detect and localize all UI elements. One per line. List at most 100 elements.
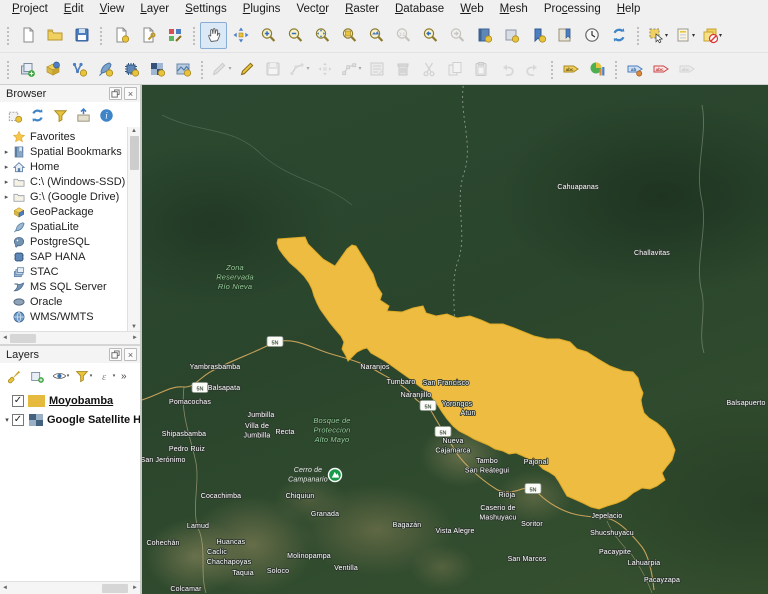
expand-arrow[interactable]: ▸ [2, 178, 11, 186]
browser-vertical-scrollbar[interactable]: ▲ ▼ [127, 127, 140, 331]
browser-item-postgresql[interactable]: PostgreSQL [0, 234, 127, 249]
save-project-button[interactable] [68, 22, 95, 49]
copy-features-button[interactable] [442, 56, 468, 81]
layer-item-moyobamba[interactable]: ✓Moyobamba [0, 391, 140, 410]
layers-horizontal-scrollbar[interactable]: ◄ ► [0, 581, 140, 594]
browser-item-oracle[interactable]: Oracle [0, 294, 127, 309]
scroll-down-arrow[interactable]: ▼ [131, 324, 137, 330]
menu-database[interactable]: Database [387, 2, 452, 16]
menu-project[interactable]: Project [4, 2, 56, 16]
undo-button[interactable] [494, 56, 520, 81]
vertex-tool-button[interactable]: ▾ [338, 56, 364, 81]
save-layer-edits-button[interactable] [260, 56, 286, 81]
open-project-button[interactable] [41, 22, 68, 49]
layer-visibility-checkbox[interactable]: ✓ [12, 414, 24, 426]
layer-item-google-satellite-h[interactable]: ▾✓Google Satellite H [0, 410, 140, 429]
zoom-in-button[interactable] [254, 22, 281, 49]
menu-mesh[interactable]: Mesh [492, 2, 536, 16]
browser-float-button[interactable] [109, 87, 122, 100]
move-feature-button[interactable] [312, 56, 338, 81]
zoom-last-button[interactable] [416, 22, 443, 49]
menu-help[interactable]: Help [609, 2, 649, 16]
scroll-left-arrow[interactable]: ◄ [2, 585, 8, 591]
new-project-button[interactable] [14, 22, 41, 49]
add-pointcloud-layer-button[interactable] [170, 56, 196, 81]
refresh-button[interactable] [605, 22, 632, 49]
layers-close-button[interactable]: × [124, 348, 137, 361]
scroll-thumb[interactable] [10, 334, 36, 343]
show-spatial-bookmarks-button[interactable] [497, 22, 524, 49]
new-print-layout-button[interactable] [107, 22, 134, 49]
zoom-to-layer-button[interactable] [362, 22, 389, 49]
menu-processing[interactable]: Processing [536, 2, 609, 16]
toggle-editing-button[interactable] [234, 56, 260, 81]
label-highlight-button[interactable]: abc [674, 56, 700, 81]
select-features-button[interactable]: ▾ [644, 22, 671, 49]
pan-map-button[interactable] [200, 22, 227, 49]
layer-diagram-button[interactable] [584, 56, 610, 81]
filter-by-expression-button[interactable]: ε▾ [96, 366, 116, 386]
browser-horizontal-scrollbar[interactable]: ◄ ► [0, 331, 140, 344]
cut-features-button[interactable] [416, 56, 442, 81]
layers-float-button[interactable] [109, 348, 122, 361]
digitize-feature-button[interactable]: ▾ [286, 56, 312, 81]
select-by-value-button[interactable]: ▾ [671, 22, 698, 49]
layer-labeling-button[interactable]: abc [558, 56, 584, 81]
zoom-out-button[interactable] [281, 22, 308, 49]
filter-legend-button[interactable]: ▾ [73, 366, 93, 386]
expand-arrow[interactable]: ▸ [2, 148, 11, 156]
zoom-native-button[interactable]: 1:1 [389, 22, 416, 49]
label-pin-button[interactable]: ab [622, 56, 648, 81]
zoom-full-button[interactable] [308, 22, 335, 49]
zoom-next-button[interactable] [443, 22, 470, 49]
browser-item-favorites[interactable]: Favorites [0, 129, 127, 144]
scroll-thumb[interactable] [130, 136, 139, 170]
new-shapefile-layer-button[interactable] [66, 56, 92, 81]
browser-item-stac[interactable]: STAC [0, 264, 127, 279]
menu-edit[interactable]: Edit [56, 2, 92, 16]
menu-settings[interactable]: Settings [177, 2, 235, 16]
label-unpin-button[interactable]: abc [648, 56, 674, 81]
menu-web[interactable]: Web [452, 2, 491, 16]
add-raster-layer-button[interactable] [144, 56, 170, 81]
open-layer-styling-button[interactable] [4, 366, 24, 386]
add-mesh-layer-button[interactable] [118, 56, 144, 81]
menu-plugins[interactable]: Plugins [235, 2, 289, 16]
expand-arrow[interactable]: ▸ [2, 163, 11, 171]
menu-layer[interactable]: Layer [132, 2, 177, 16]
redo-button[interactable] [520, 56, 546, 81]
zoom-to-selection-button[interactable] [335, 22, 362, 49]
browser-item-c-windows-ssd[interactable]: ▸C:\ (Windows-SSD) [0, 174, 127, 189]
new-spatial-bookmark-button[interactable] [470, 22, 497, 49]
spatial-bookmark-manager-button[interactable] [524, 22, 551, 49]
style-manager-button[interactable] [161, 22, 188, 49]
browser-item-g-google-drive[interactable]: ▸G:\ (Google Drive) [0, 189, 127, 204]
browser-filter-button[interactable] [50, 105, 70, 125]
layer-visibility-checkbox[interactable]: ✓ [12, 395, 24, 407]
paste-features-button[interactable] [468, 56, 494, 81]
show-layout-manager-button[interactable] [134, 22, 161, 49]
browser-properties-button[interactable]: i [96, 105, 116, 125]
browser-item-spatialite[interactable]: SpatiaLite [0, 219, 127, 234]
add-group-button[interactable] [27, 366, 47, 386]
browser-item-sap-hana[interactable]: SAP HANA [0, 249, 127, 264]
deselect-all-button[interactable]: ▾ [698, 22, 725, 49]
collapse-all-button[interactable] [73, 105, 93, 125]
new-geopackage-layer-button[interactable] [92, 56, 118, 81]
current-edits-button[interactable]: ▾ [208, 56, 234, 81]
browser-close-button[interactable]: × [124, 87, 137, 100]
map-canvas[interactable]: 5N5N5N5N5N CahuapanasChallavitasBalsapue… [142, 85, 768, 594]
menu-vector[interactable]: Vector [288, 2, 337, 16]
modify-attributes-button[interactable] [364, 56, 390, 81]
toolbar-overflow-button[interactable]: » [121, 371, 127, 382]
browser-item-wms-wmts[interactable]: WMS/WMTS [0, 309, 127, 324]
delete-selected-button[interactable] [390, 56, 416, 81]
scroll-right-arrow[interactable]: ► [132, 335, 138, 341]
add-selected-layers-button[interactable] [4, 105, 24, 125]
scroll-up-arrow[interactable]: ▲ [131, 128, 137, 134]
expand-arrow[interactable]: ▾ [2, 416, 12, 424]
browser-item-spatial-bookmarks[interactable]: ▸Spatial Bookmarks [0, 144, 127, 159]
browser-item-home[interactable]: ▸Home [0, 159, 127, 174]
browser-refresh-button[interactable] [27, 105, 47, 125]
data-source-manager-button[interactable] [14, 56, 40, 81]
